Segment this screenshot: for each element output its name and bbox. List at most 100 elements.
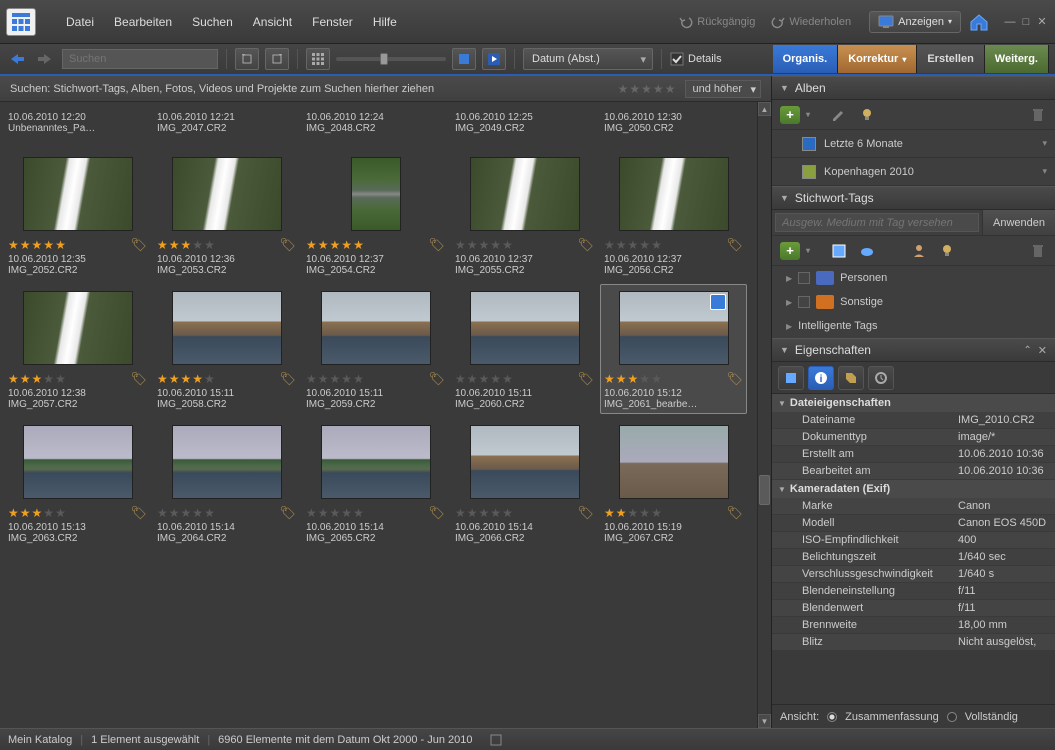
catalog-name[interactable]: Mein Katalog xyxy=(8,734,72,746)
tag-icon[interactable]: 🏷 xyxy=(577,237,594,253)
thumb-rating[interactable]: ★★★★★🏷 xyxy=(455,372,594,386)
twisty-icon[interactable]: ▶ xyxy=(786,298,792,307)
tab-erstellen[interactable]: Erstellen xyxy=(917,45,984,73)
thumb-rating[interactable]: ★★★★★🏷 xyxy=(455,238,594,252)
thumbnail[interactable]: ★★★★★🏷10.06.2010 15:11IMG_2059.CR2 xyxy=(302,284,449,414)
menu-fenster[interactable]: Fenster xyxy=(302,11,363,33)
props-table-wrap[interactable]: ▼DateieigenschaftenDateinameIMG_2010.CR2… xyxy=(772,394,1055,704)
close-button[interactable]: ✕ xyxy=(1035,15,1049,29)
zoom-slider[interactable] xyxy=(336,57,446,61)
tab-korrektur[interactable]: Korrektur▾ xyxy=(838,45,917,73)
tag-search-input[interactable] xyxy=(775,213,979,232)
grid-small-button[interactable] xyxy=(306,48,330,70)
star-filter[interactable]: ★★★★★ xyxy=(618,82,676,96)
thumb-rating[interactable]: ★★★★★🏷 xyxy=(157,506,296,520)
props-group-header[interactable]: ▼Kameradaten (Exif) xyxy=(772,480,1055,499)
tag-icon[interactable]: 🏷 xyxy=(279,371,296,387)
thumb-rating[interactable]: ★★★★★🏷 xyxy=(604,372,743,386)
radio-full[interactable] xyxy=(947,712,957,722)
trash-icon[interactable] xyxy=(1029,106,1047,124)
scroll-down-button[interactable]: ▼ xyxy=(758,714,771,728)
details-checkbox[interactable]: Details xyxy=(670,52,722,66)
tab-weiterg[interactable]: Weiterg. xyxy=(985,45,1049,73)
tag-icon[interactable]: 🏷 xyxy=(130,237,147,253)
thumb-rating[interactable]: ★★★★★🏷 xyxy=(8,506,147,520)
thumb-rating[interactable]: ★★★★★🏷 xyxy=(306,238,445,252)
thumbnail[interactable]: 10.06.2010 12:30IMG_2050.CR2 xyxy=(600,106,747,146)
thumb-rating[interactable]: ★★★★★🏷 xyxy=(8,372,147,386)
props-tab-history[interactable] xyxy=(868,366,894,390)
edit-album-icon[interactable] xyxy=(830,106,848,124)
thumbnail[interactable]: ★★★★★🏷10.06.2010 12:38IMG_2057.CR2 xyxy=(4,284,151,414)
tips-icon[interactable] xyxy=(858,106,876,124)
thumb-rating[interactable]: ★★★★★🏷 xyxy=(604,238,743,252)
scroll-thumb[interactable] xyxy=(759,475,770,505)
twisty-icon[interactable]: ▶ xyxy=(786,274,792,283)
vertical-scrollbar[interactable]: ▲ ▼ xyxy=(757,102,771,728)
thumbnail[interactable]: ★★★★★🏷10.06.2010 12:37IMG_2056.CR2 xyxy=(600,150,747,280)
menu-datei[interactable]: Datei xyxy=(56,11,104,33)
tag-cloud-icon[interactable] xyxy=(858,242,876,260)
zoom-slider-thumb[interactable] xyxy=(380,53,388,65)
panel-header-alben[interactable]: ▼ Alben xyxy=(772,76,1055,100)
tag-item[interactable]: ▶Personen xyxy=(772,266,1055,290)
thumbnail[interactable]: ★★★★★🏷10.06.2010 12:36IMG_2053.CR2 xyxy=(153,150,300,280)
add-album-button[interactable]: + xyxy=(780,106,800,124)
add-tag-button[interactable]: + xyxy=(780,242,800,260)
thumbnail[interactable]: ★★★★★🏷10.06.2010 12:37IMG_2055.CR2 xyxy=(451,150,598,280)
thumbnail[interactable]: ★★★★★🏷10.06.2010 15:11IMG_2060.CR2 xyxy=(451,284,598,414)
thumbnail[interactable]: ★★★★★🏷10.06.2010 15:14IMG_2066.CR2 xyxy=(451,418,598,548)
thumbnail-grid-wrap[interactable]: 10.06.2010 12:20Unbenanntes_Pa…10.06.201… xyxy=(0,102,757,728)
thumbnail[interactable]: ★★★★★🏷10.06.2010 15:14IMG_2064.CR2 xyxy=(153,418,300,548)
back-button[interactable] xyxy=(6,49,28,69)
thumbnail[interactable]: 10.06.2010 12:24IMG_2048.CR2 xyxy=(302,106,449,146)
app-icon[interactable] xyxy=(6,8,36,36)
tag-icon[interactable]: 🏷 xyxy=(279,505,296,521)
tag-icon[interactable]: 🏷 xyxy=(726,237,743,253)
thumb-rating[interactable]: ★★★★★🏷 xyxy=(157,372,296,386)
forward-button[interactable] xyxy=(34,49,56,69)
close-panel-icon[interactable]: ✕ xyxy=(1038,344,1047,357)
menu-ansicht[interactable]: Ansicht xyxy=(243,11,302,33)
thumbnail[interactable]: 10.06.2010 12:25IMG_2049.CR2 xyxy=(451,106,598,146)
single-view-button[interactable] xyxy=(452,48,476,70)
tag-checkbox[interactable] xyxy=(798,296,810,308)
tab-organise[interactable]: Organis. xyxy=(773,45,839,73)
tips-icon[interactable] xyxy=(938,242,956,260)
thumbnail[interactable]: 10.06.2010 12:20Unbenanntes_Pa… xyxy=(4,106,151,146)
tag-checkbox[interactable] xyxy=(798,272,810,284)
thumb-rating[interactable]: ★★★★★🏷 xyxy=(157,238,296,252)
tag-icon[interactable]: 🏷 xyxy=(130,371,147,387)
menu-hilfe[interactable]: Hilfe xyxy=(363,11,407,33)
maximize-button[interactable]: □ xyxy=(1019,15,1033,29)
thumbnail[interactable]: ★★★★★🏷10.06.2010 15:11IMG_2058.CR2 xyxy=(153,284,300,414)
props-tab-tags[interactable] xyxy=(838,366,864,390)
thumbnail[interactable]: 10.06.2010 12:21IMG_2047.CR2 xyxy=(153,106,300,146)
home-icon[interactable] xyxy=(965,8,993,36)
thumb-rating[interactable]: ★★★★★🏷 xyxy=(8,238,147,252)
menu-suchen[interactable]: Suchen xyxy=(182,11,243,33)
panel-header-tags[interactable]: ▼ Stichwort-Tags xyxy=(772,186,1055,210)
tag-item[interactable]: ▶Sonstige xyxy=(772,290,1055,314)
scroll-up-button[interactable]: ▲ xyxy=(758,102,771,116)
thumbnail[interactable]: ★★★★★🏷10.06.2010 12:35IMG_2052.CR2 xyxy=(4,150,151,280)
people-icon[interactable] xyxy=(910,242,928,260)
thumbnail[interactable]: ★★★★★🏷10.06.2010 15:13IMG_2063.CR2 xyxy=(4,418,151,548)
thumb-rating[interactable]: ★★★★★🏷 xyxy=(306,506,445,520)
tag-tool-icon[interactable] xyxy=(830,242,848,260)
tag-icon[interactable]: 🏷 xyxy=(428,237,445,253)
tag-icon[interactable]: 🏷 xyxy=(577,371,594,387)
sort-dropdown[interactable]: Datum (Abst.) xyxy=(523,48,653,70)
apply-tag-button[interactable]: Anwenden xyxy=(982,210,1055,235)
tag-icon[interactable]: 🏷 xyxy=(279,237,296,253)
tag-icon[interactable]: 🏷 xyxy=(130,505,147,521)
menu-bearbeiten[interactable]: Bearbeiten xyxy=(104,11,182,33)
radio-summary[interactable] xyxy=(827,712,837,722)
twisty-icon[interactable]: ▶ xyxy=(786,322,792,331)
tag-icon[interactable]: 🏷 xyxy=(726,505,743,521)
rotate-ccw-button[interactable] xyxy=(235,48,259,70)
panel-header-props[interactable]: ▼ Eigenschaften ⌃ ✕ xyxy=(772,338,1055,362)
thumb-rating[interactable]: ★★★★★🏷 xyxy=(306,372,445,386)
collapse-icon[interactable]: ⌃ xyxy=(1023,345,1031,356)
thumbnail[interactable]: ★★★★★🏷10.06.2010 15:19IMG_2067.CR2 xyxy=(600,418,747,548)
